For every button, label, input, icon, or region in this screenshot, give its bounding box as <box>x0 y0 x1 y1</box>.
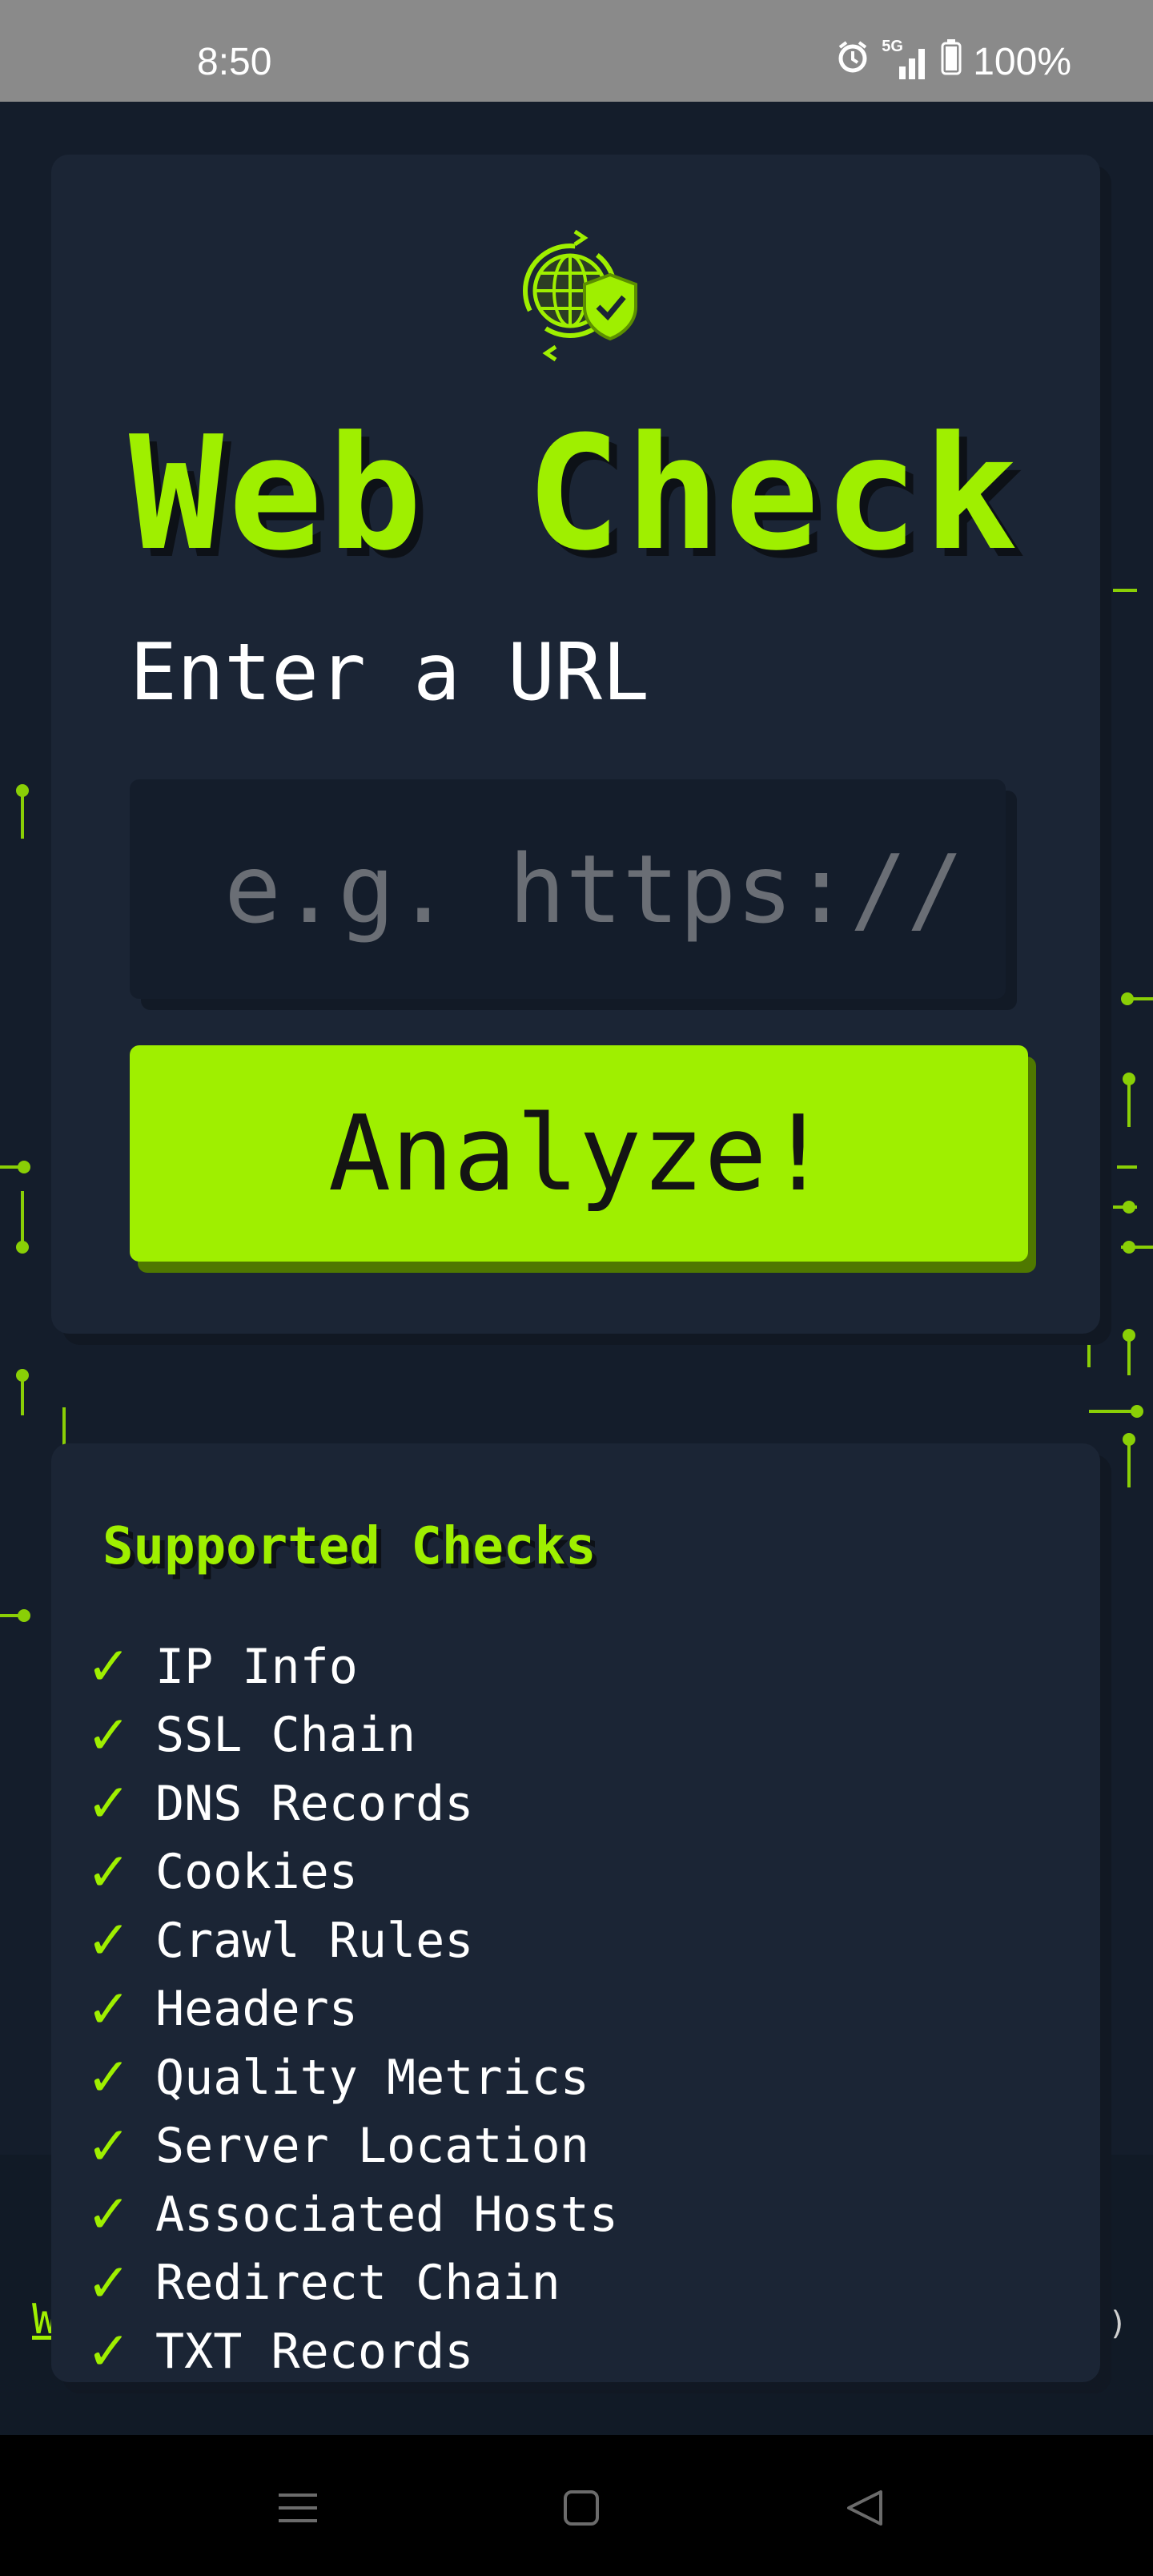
url-input[interactable] <box>130 779 1006 999</box>
check-label: DNS Records <box>155 1775 474 1832</box>
footer-text-fragment: ) <box>1108 2305 1128 2342</box>
menu-icon[interactable] <box>270 2480 326 2536</box>
list-item: ✓ TXT Records <box>86 2317 618 2386</box>
check-icon: ✓ <box>86 1773 131 1835</box>
status-bar: 8:50 5G 100% <box>0 0 1153 102</box>
globe-shield-icon <box>508 227 644 363</box>
analyze-button[interactable]: Analyze! <box>130 1045 1028 1262</box>
status-time: 8:50 <box>197 41 272 83</box>
check-label: TXT Records <box>155 2323 474 2380</box>
list-item: ✓ Quality Metrics <box>86 2043 618 2112</box>
check-label: Crawl Rules <box>155 1912 474 1969</box>
check-icon: ✓ <box>86 1841 131 1903</box>
supported-checks-card: Supported Checks ✓ IP Info ✓ SSL Chain ✓ DN… <box>51 1443 1100 2382</box>
check-icon: ✓ <box>86 1704 131 1766</box>
url-label: Enter a URL <box>130 627 650 718</box>
check-label: Cookies <box>155 1844 358 1901</box>
check-icon: ✓ <box>86 1978 131 2040</box>
check-icon: ✓ <box>86 2047 131 2109</box>
check-label: Redirect Chain <box>155 2255 560 2312</box>
check-icon: ✓ <box>86 2320 131 2383</box>
list-item: ✓ Crawl Rules <box>86 1906 618 1975</box>
check-label: Headers <box>155 1981 358 2038</box>
list-item: ✓ Cookies <box>86 1838 618 1907</box>
system-nav-bar <box>0 2435 1153 2576</box>
check-label: IP Info <box>155 1638 358 1695</box>
signal-icon: 5G <box>882 38 930 81</box>
list-item: ✓ DNS Records <box>86 1769 618 1838</box>
check-icon: ✓ <box>86 2252 131 2314</box>
list-item: ✓ Associated Hosts <box>86 2180 618 2249</box>
list-item: ✓ Headers <box>86 1975 618 2044</box>
home-icon[interactable] <box>553 2480 609 2536</box>
battery-icon <box>941 38 962 85</box>
check-label: Quality Metrics <box>155 2049 589 2106</box>
check-label: Server Location <box>155 2118 589 2175</box>
check-label: Associated Hosts <box>155 2186 618 2243</box>
list-item: ✓ Server Location <box>86 2112 618 2181</box>
back-icon[interactable] <box>837 2480 893 2536</box>
alarm-icon <box>835 39 870 84</box>
check-icon: ✓ <box>86 1636 131 1698</box>
list-item: ✓ IP Info <box>86 1632 618 1701</box>
battery-percent: 100% <box>973 40 1071 83</box>
status-indicators: 5G 100% <box>835 38 1071 85</box>
checks-list: ✓ IP Info ✓ SSL Chain ✓ DNS Records ✓ Cookie… <box>86 1632 618 2386</box>
list-item: ✓ SSL Chain <box>86 1701 618 1770</box>
check-icon: ✓ <box>86 1910 131 1972</box>
search-card: Web Check Enter a URL Analyze! <box>51 155 1100 1334</box>
list-item: ✓ Redirect Chain <box>86 2249 618 2318</box>
check-icon: ✓ <box>86 2115 131 2177</box>
checks-heading: Supported Checks <box>102 1517 597 1576</box>
app-title: Web Check <box>128 403 1023 586</box>
check-icon: ✓ <box>86 2184 131 2246</box>
check-label: SSL Chain <box>155 1707 416 1764</box>
